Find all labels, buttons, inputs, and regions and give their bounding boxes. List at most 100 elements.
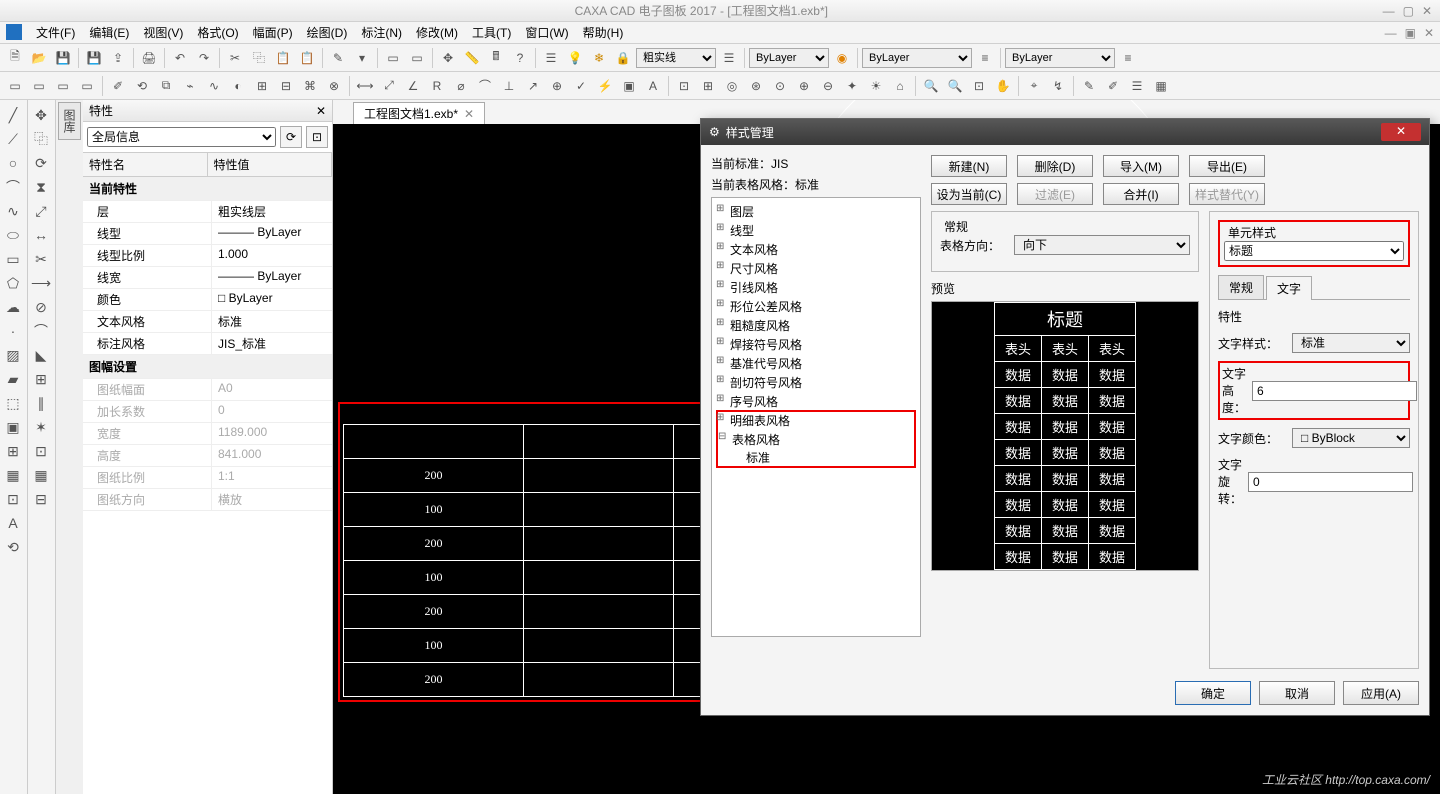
minimize-icon[interactable]: — bbox=[1383, 4, 1395, 18]
layer-icon[interactable]: ☰ bbox=[540, 47, 562, 69]
zoom-all-icon[interactable]: ⊡ bbox=[968, 75, 990, 97]
prop-selector[interactable]: 全局信息 bbox=[87, 127, 276, 147]
tree-item[interactable]: 剖切符号风格 bbox=[716, 373, 916, 392]
calc-icon[interactable]: 🖩 bbox=[485, 47, 507, 69]
dropdown-icon[interactable]: ▾ bbox=[351, 47, 373, 69]
lineweight-icon[interactable]: ≡ bbox=[1117, 47, 1139, 69]
prop-value[interactable]: 粗实线层 bbox=[212, 201, 332, 223]
zoom-pan-icon[interactable]: ✋ bbox=[992, 75, 1014, 97]
tree-item[interactable]: 基准代号风格 bbox=[716, 354, 916, 373]
prop-close-icon[interactable]: ✕ bbox=[316, 104, 326, 118]
pan-icon[interactable]: ✥ bbox=[437, 47, 459, 69]
hatch-icon[interactable]: ▨ bbox=[2, 344, 24, 366]
t2-34[interactable]: ⊙ bbox=[769, 75, 791, 97]
open-icon[interactable]: 📂 bbox=[28, 47, 50, 69]
document-tab[interactable]: 工程图文档1.exb* ✕ bbox=[353, 102, 485, 124]
linetype-combo[interactable]: ByLayer bbox=[862, 48, 972, 68]
save-all-icon[interactable]: 💾 bbox=[83, 47, 105, 69]
zoom-out-icon[interactable]: 🔍 bbox=[944, 75, 966, 97]
lock-icon[interactable]: 🔒 bbox=[612, 47, 634, 69]
t2-2[interactable]: ▭ bbox=[28, 75, 50, 97]
prop-value[interactable]: JIS_标准 bbox=[212, 333, 332, 355]
table-icon[interactable]: ▦ bbox=[2, 464, 24, 486]
menu-view[interactable]: 视图(V) bbox=[137, 22, 189, 43]
dialog-close-icon[interactable]: ✕ bbox=[1381, 123, 1421, 141]
prop-value[interactable]: 标准 bbox=[212, 311, 332, 333]
mdi-restore-icon[interactable]: ▣ bbox=[1405, 26, 1416, 40]
lineweight-combo[interactable]: ByLayer bbox=[1005, 48, 1115, 68]
close-icon[interactable]: ✕ bbox=[1422, 4, 1432, 18]
mirror-icon[interactable]: ⧗ bbox=[30, 176, 52, 198]
t2-53[interactable]: ✐ bbox=[1102, 75, 1124, 97]
t2-55[interactable]: ▦ bbox=[1150, 75, 1172, 97]
delete-button[interactable]: 删除(D) bbox=[1017, 155, 1093, 177]
tree-item[interactable]: 粗糙度风格 bbox=[716, 316, 916, 335]
prop-btn1-icon[interactable]: ⟳ bbox=[280, 126, 302, 148]
undo-icon[interactable]: ↶ bbox=[169, 47, 191, 69]
block-icon[interactable]: ▣ bbox=[2, 416, 24, 438]
dim-rough-icon[interactable]: ✓ bbox=[570, 75, 592, 97]
menu-draw[interactable]: 绘图(D) bbox=[301, 22, 354, 43]
tree-item[interactable]: 形位公差风格 bbox=[716, 297, 916, 316]
paste-special-icon[interactable]: 📋 bbox=[296, 47, 318, 69]
chamfer-icon[interactable]: ◣ bbox=[30, 344, 52, 366]
t2-8[interactable]: ⌁ bbox=[179, 75, 201, 97]
dim-section-icon[interactable]: A bbox=[642, 75, 664, 97]
lt-17[interactable]: ⊡ bbox=[2, 488, 24, 510]
dim-ord-icon[interactable]: ⊥ bbox=[498, 75, 520, 97]
tree-item[interactable]: 序号风格 bbox=[716, 392, 916, 411]
new-button[interactable]: 新建(N) bbox=[931, 155, 1007, 177]
dim-diameter-icon[interactable]: ⌀ bbox=[450, 75, 472, 97]
arc-icon[interactable]: ⌒ bbox=[2, 176, 24, 198]
doc-tab-close-icon[interactable]: ✕ bbox=[464, 107, 474, 121]
t2-51[interactable]: ↯ bbox=[1047, 75, 1069, 97]
tree-item[interactable]: 表格风格 bbox=[718, 430, 914, 449]
dim-aligned-icon[interactable]: ⤢ bbox=[378, 75, 400, 97]
t2-52[interactable]: ✎ bbox=[1078, 75, 1100, 97]
t2-50[interactable]: ⌖ bbox=[1023, 75, 1045, 97]
color-wheel-icon[interactable]: ◉ bbox=[831, 47, 853, 69]
t2-12[interactable]: ⊟ bbox=[275, 75, 297, 97]
cloud-icon[interactable]: ☁ bbox=[2, 296, 24, 318]
point-icon[interactable]: · bbox=[2, 320, 24, 342]
prop-value[interactable]: ——— ByLayer bbox=[212, 267, 332, 289]
copy-tool-icon[interactable]: ⿻ bbox=[30, 128, 52, 150]
scale-icon[interactable]: ⤢ bbox=[30, 200, 52, 222]
tab-general[interactable]: 常规 bbox=[1218, 275, 1264, 299]
color-combo[interactable]: ByLayer bbox=[749, 48, 829, 68]
t2-30[interactable]: ⊡ bbox=[673, 75, 695, 97]
t2-38[interactable]: ☀ bbox=[865, 75, 887, 97]
text-color-select[interactable]: □ ByBlock bbox=[1292, 428, 1410, 448]
text-style-select[interactable]: 标准 bbox=[1292, 333, 1410, 353]
print-icon[interactable]: 🖨 bbox=[138, 47, 160, 69]
zoom-in-icon[interactable]: 🔍 bbox=[920, 75, 942, 97]
redo-icon[interactable]: ↷ bbox=[193, 47, 215, 69]
freeze-icon[interactable]: ❄ bbox=[588, 47, 610, 69]
menu-file[interactable]: 文件(F) bbox=[30, 22, 81, 43]
explode-icon[interactable]: ✶ bbox=[30, 416, 52, 438]
tree-item[interactable]: 文本风格 bbox=[716, 240, 916, 259]
copy-icon[interactable]: ⿻ bbox=[248, 47, 270, 69]
cellstyle-select[interactable]: 标题 bbox=[1224, 241, 1404, 261]
menu-dim[interactable]: 标注(N) bbox=[355, 22, 408, 43]
help-icon[interactable]: ? bbox=[509, 47, 531, 69]
dim-linear-icon[interactable]: ⟷ bbox=[354, 75, 376, 97]
style-tree[interactable]: 图层线型文本风格尺寸风格引线风格形位公差风格粗糙度风格焊接符号风格基准代号风格剖… bbox=[711, 197, 921, 637]
tree-item[interactable]: 线型 bbox=[716, 221, 916, 240]
mdi-close-icon[interactable]: ✕ bbox=[1424, 26, 1434, 40]
trim-icon[interactable]: ✂ bbox=[30, 248, 52, 270]
tab-text[interactable]: 文字 bbox=[1266, 276, 1312, 300]
tree-item[interactable]: 图层 bbox=[716, 202, 916, 221]
t2-32[interactable]: ◎ bbox=[721, 75, 743, 97]
t2-10[interactable]: ◐ bbox=[227, 75, 249, 97]
t2-35[interactable]: ⊕ bbox=[793, 75, 815, 97]
t2-36[interactable]: ⊖ bbox=[817, 75, 839, 97]
t2-4[interactable]: ▭ bbox=[76, 75, 98, 97]
tree-item[interactable]: 明细表风格 bbox=[716, 411, 916, 430]
ok-button[interactable]: 确定 bbox=[1175, 681, 1251, 705]
t2-3[interactable]: ▭ bbox=[52, 75, 74, 97]
t2-5[interactable]: ✐ bbox=[107, 75, 129, 97]
ellipse-icon[interactable]: ⬭ bbox=[2, 224, 24, 246]
tree-item[interactable]: 焊接符号风格 bbox=[716, 335, 916, 354]
t2-11[interactable]: ⊞ bbox=[251, 75, 273, 97]
